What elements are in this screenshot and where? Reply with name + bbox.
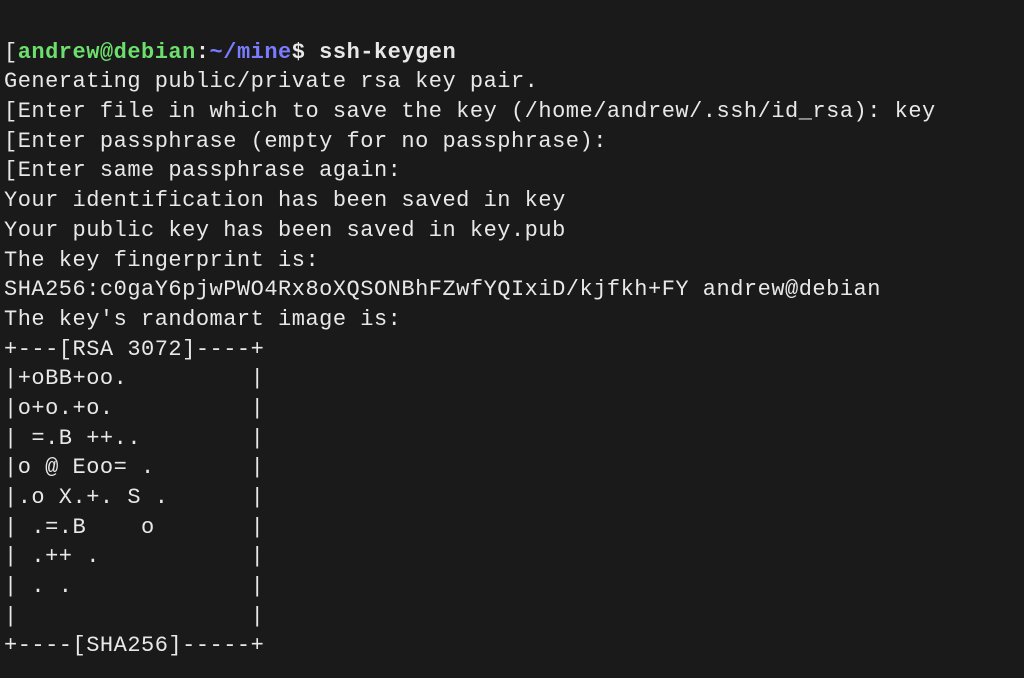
terminal-window[interactable]: [andrew@debian:~/mine$ ssh-keygen Genera… [4,8,1020,661]
output-line: The key's randomart image is: [4,307,401,332]
randomart-line: | =.B ++.. | [4,426,264,451]
prompt-dollar: $ [292,40,319,65]
output-line: Your identification has been saved in ke… [4,188,566,213]
prompt-at: @ [100,40,114,65]
randomart-line: +----[SHA256]-----+ [4,633,264,658]
output-line: [Enter same passphrase again: [4,158,401,183]
prompt-open-bracket: [ [4,40,18,65]
randomart-line: +---[RSA 3072]----+ [4,337,264,362]
output-line: [Enter file in which to save the key (/h… [4,99,936,124]
output-line: The key fingerprint is: [4,248,319,273]
output-line: Your public key has been saved in key.pu… [4,218,566,243]
randomart-line: |.o X.+. S . | [4,485,264,510]
randomart-line: |+oBB+oo. | [4,366,264,391]
prompt-line: [andrew@debian:~/mine$ ssh-keygen [4,40,456,65]
randomart-line: |o+o.+o. | [4,396,264,421]
prompt-colon: : [196,40,210,65]
prompt-host: debian [114,40,196,65]
output-line: Generating public/private rsa key pair. [4,69,538,94]
output-line: [Enter passphrase (empty for no passphra… [4,129,607,154]
randomart-line: |o @ Eoo= . | [4,455,264,480]
output-fingerprint: SHA256:c0gaY6pjwPWO4Rx8oXQSONBhFZwfYQIxi… [4,277,881,302]
prompt-path: ~/mine [210,40,292,65]
randomart-line: | . . | [4,574,264,599]
command-input[interactable]: ssh-keygen [319,40,456,65]
randomart-line: | .=.B o | [4,515,264,540]
randomart-line: | .++ . | [4,544,264,569]
prompt-user: andrew [18,40,100,65]
randomart-line: | | [4,604,264,629]
